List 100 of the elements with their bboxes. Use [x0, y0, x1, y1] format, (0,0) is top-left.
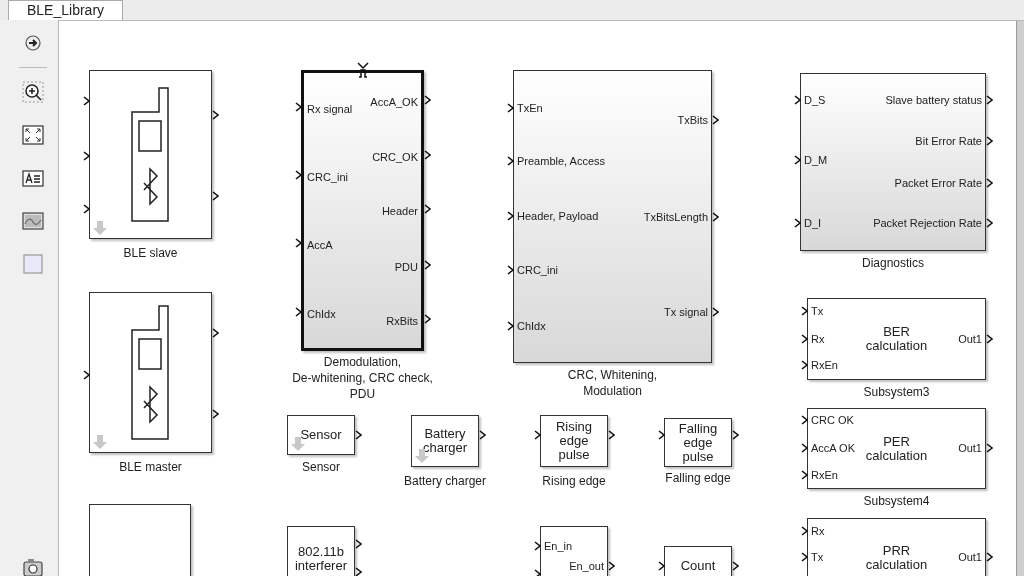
- output-port-icon: [986, 218, 993, 228]
- output-port-icon: [608, 430, 615, 440]
- input-port-label: Rx: [811, 525, 825, 538]
- input-port-icon: [507, 265, 514, 275]
- block-caption: BLE master: [119, 459, 182, 475]
- block-text: Battery charger: [422, 427, 468, 455]
- input-port-icon: [507, 156, 514, 166]
- input-port-icon: [801, 415, 808, 425]
- output-port-icon: [479, 430, 486, 440]
- subsystem-block[interactable]: Rx signal CRC_ini AccA ChIdx AccA_OK CRC_OK Header PDU RxBits: [301, 70, 424, 351]
- input-port-label: CRC_ini: [517, 264, 558, 277]
- subsystem-block[interactable]: En_in En_out: [540, 526, 608, 576]
- subsystem-block[interactable]: Tx Rx RxEn BER calculation Out1: [807, 298, 986, 380]
- block-text: Count: [680, 559, 716, 573]
- output-port-icon: [424, 150, 431, 160]
- block-caption: Battery charger: [404, 473, 486, 489]
- output-port-label: Out1: [958, 442, 982, 455]
- output-port-icon: [986, 178, 993, 188]
- input-port-label: AccA: [307, 239, 333, 252]
- output-port-icon: [712, 307, 719, 317]
- block-caption: Sensor: [302, 459, 340, 475]
- input-port-label: TxEn: [517, 102, 543, 115]
- block-text: PER calculation: [865, 434, 928, 463]
- input-port-icon: [658, 430, 665, 440]
- input-port-icon: [801, 360, 808, 370]
- scrollbar[interactable]: [1016, 21, 1024, 576]
- input-port-icon: [801, 552, 808, 562]
- input-port-icon: [295, 102, 302, 112]
- phone-bluetooth-icon: [130, 304, 171, 441]
- input-port-icon: [534, 569, 541, 576]
- subsystem-block[interactable]: Rx Tx PRR calculation Out1: [807, 518, 986, 576]
- output-port-label: PDU: [394, 261, 418, 274]
- subsystem-block[interactable]: Sensor: [287, 415, 355, 455]
- output-port-icon: [986, 95, 993, 105]
- subsystem-block[interactable]: D_S D_M D_I Slave battery status Bit Error Rate Packet Error Rate Packet Rejection Rate: [800, 73, 986, 251]
- subsystem-block[interactable]: Rising edge pulse: [540, 415, 608, 467]
- block-caption: Subsystem3: [863, 384, 930, 400]
- block-text: Falling edge pulse: [678, 421, 718, 464]
- output-port-icon: [986, 552, 993, 562]
- input-port-label: D_M: [804, 154, 828, 167]
- input-port-icon: [507, 103, 514, 113]
- block-caption: BLE slave: [123, 245, 178, 261]
- input-port-label: AccA OK: [811, 442, 856, 455]
- subsystem-block[interactable]: Battery charger: [411, 415, 479, 467]
- input-port-icon: [801, 526, 808, 536]
- output-port-icon: [732, 561, 739, 571]
- input-port-icon: [658, 561, 665, 571]
- subsystem-block[interactable]: TxEn Preamble, Access Header, Payload CRC_ini ChIdx TxBits TxBitsLength Tx signal: [513, 70, 712, 363]
- output-port-icon: [424, 260, 431, 270]
- input-port-icon: [507, 211, 514, 221]
- output-port-icon: [355, 539, 362, 549]
- input-port-icon: [794, 218, 801, 228]
- input-port-icon: [794, 95, 801, 105]
- output-port-label: Out1: [958, 551, 982, 564]
- input-port-label: Rx signal: [307, 103, 353, 116]
- input-port-icon: [83, 151, 90, 161]
- output-port-icon: [212, 191, 219, 201]
- output-port-label: Out1: [958, 333, 982, 346]
- input-port-icon: [534, 541, 541, 551]
- output-port-icon: [712, 115, 719, 125]
- subsystem-block[interactable]: Count: [664, 546, 732, 576]
- input-port-icon: [295, 238, 302, 248]
- output-port-label: Tx signal: [663, 306, 708, 319]
- block-caption: Falling edge: [665, 470, 731, 486]
- text-annotation-icon[interactable]: [21, 167, 45, 189]
- canvas[interactable]: [58, 20, 1024, 576]
- subsystem-block[interactable]: [89, 70, 212, 239]
- output-port-label: AccA_OK: [370, 96, 418, 109]
- output-port-label: Header: [381, 205, 418, 218]
- output-port-label: TxBitsLength: [643, 211, 708, 224]
- subsystem-block[interactable]: [89, 504, 191, 576]
- block-text: Rising edge pulse: [555, 420, 593, 462]
- subsystem-block[interactable]: [89, 292, 212, 453]
- output-port-icon: [986, 136, 993, 146]
- subsystem-block[interactable]: Falling edge pulse: [664, 418, 732, 467]
- input-port-icon: [801, 334, 808, 344]
- zoom-icon[interactable]: [21, 81, 45, 103]
- input-port-label: Header, Payload: [517, 210, 599, 223]
- input-port-label: En_in: [544, 540, 573, 553]
- input-port-label: CRC_ini: [307, 171, 348, 184]
- input-port-icon: [534, 430, 541, 440]
- block-caption: CRC, Whitening, Modulation: [567, 367, 658, 399]
- subsystem-block[interactable]: 802.11b interferer: [287, 526, 355, 576]
- input-port-icon: [295, 307, 302, 317]
- library-tab[interactable]: BLE_Library: [8, 0, 124, 20]
- image-icon[interactable]: [21, 210, 45, 232]
- output-port-icon: [212, 110, 219, 120]
- input-port-label: ChIdx: [517, 320, 546, 333]
- camera-icon[interactable]: [21, 558, 45, 576]
- input-port-icon: [507, 321, 514, 331]
- output-port-icon: [986, 334, 993, 344]
- output-port-icon: [608, 561, 615, 571]
- output-port-label: Packet Error Rate: [894, 177, 982, 190]
- input-port-label: Tx: [811, 551, 824, 564]
- block-text: 802.11b interferer: [295, 545, 347, 573]
- fit-view-icon[interactable]: [21, 124, 45, 146]
- output-port-icon: [355, 430, 362, 440]
- input-port-label: CRC OK: [811, 414, 854, 427]
- output-port-label: TxBits: [677, 114, 708, 127]
- block-caption: Diagnostics: [862, 255, 924, 271]
